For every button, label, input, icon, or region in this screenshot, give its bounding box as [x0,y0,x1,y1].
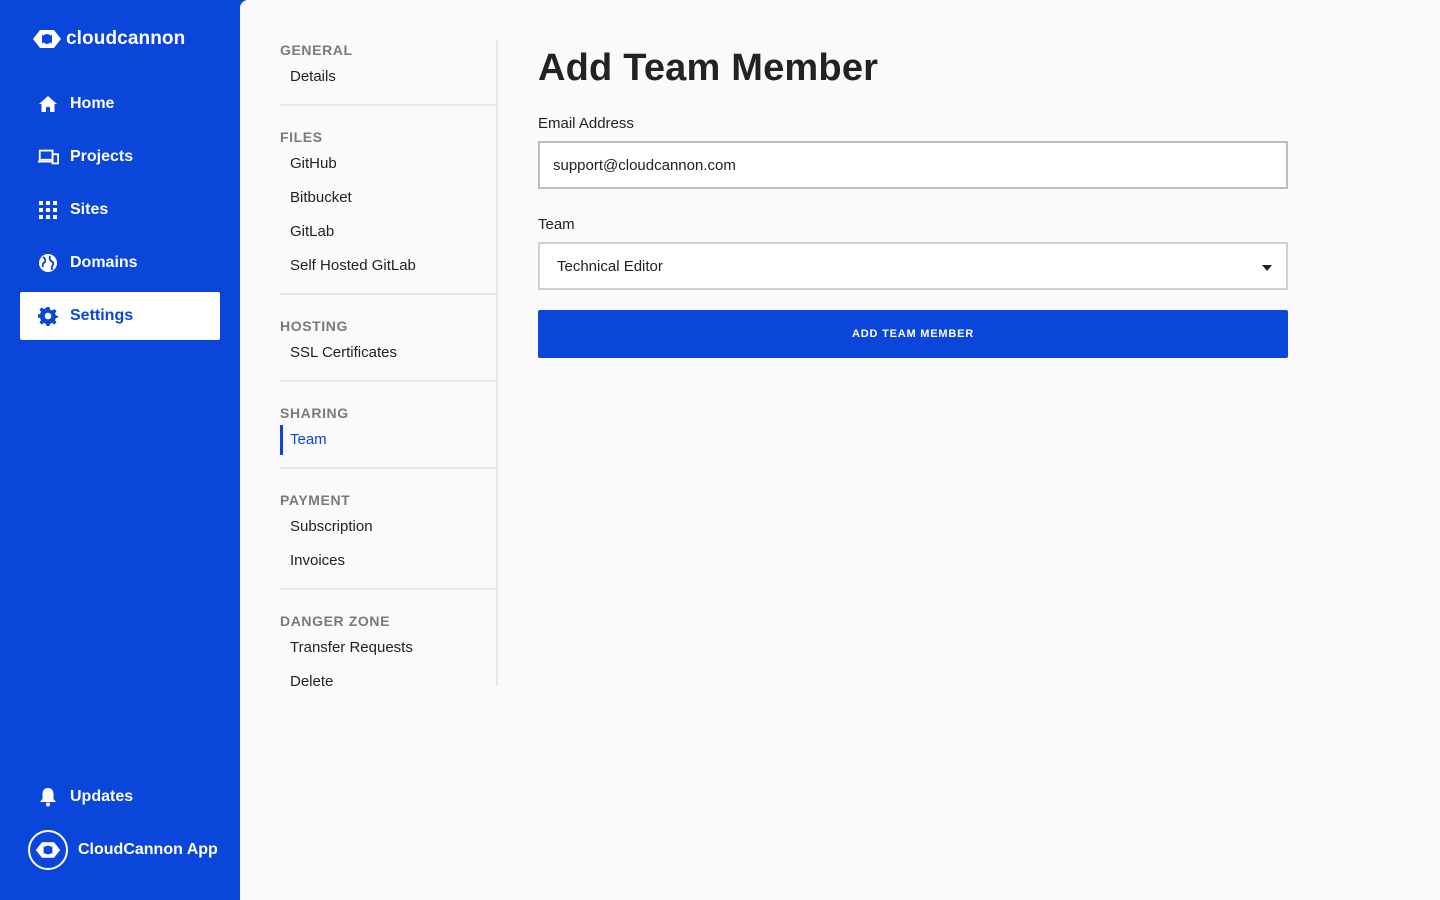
email-label: Email Address [538,115,634,132]
nav-item-sites[interactable]: Sites [20,186,220,234]
page-title: Add Team Member [538,47,879,89]
subnav-section-payment: PAYMENT Subscription Invoices [280,490,496,590]
add-team-member-form: Add Team Member Email Address support@cl… [538,40,1288,358]
account-avatar [28,830,68,870]
subnav-link-subscription[interactable]: Subscription [280,510,496,544]
bottom-nav: Updates [20,774,220,820]
app-window: cloudcannon Home Projects Sites Domains … [0,0,1440,900]
subnav-heading: HOSTING [280,318,348,334]
nav-label-domains: Domains [70,254,138,271]
subnav-link-team[interactable]: Team [280,425,496,455]
subnav-heading: PAYMENT [280,492,351,508]
team-selected-value: Technical Editor [557,257,663,275]
nav-item-projects[interactable]: Projects [20,133,220,181]
home-icon [37,93,59,115]
brand[interactable]: cloudcannon [32,27,185,51]
subnav-heading: GENERAL [280,42,353,58]
subnav-link-transfer-requests[interactable]: Transfer Requests [280,631,496,665]
email-value: support@cloudcannon.com [553,156,736,174]
settings-subnav: GENERAL Details FILES GitHub Bitbucket G… [280,40,498,690]
subnav-link-ssl-certificates[interactable]: SSL Certificates [280,336,496,370]
brand-name: cloudcannon [66,28,186,49]
cloudcannon-logo-icon [33,30,61,48]
nav-label-projects: Projects [70,148,134,165]
globe-icon [37,252,59,274]
gear-icon [37,305,59,327]
cloudcannon-logo-icon [35,842,61,858]
subnav-heading: FILES [280,129,323,145]
subnav-link-details[interactable]: Details [280,60,496,94]
nav-item-home[interactable]: Home [20,80,220,128]
nav-label-home: Home [70,95,115,112]
sidebar: cloudcannon Home Projects Sites Domains … [0,0,240,900]
nav-item-domains[interactable]: Domains [20,239,220,287]
subnav-section-general: GENERAL Details [280,40,496,106]
team-select[interactable]: Technical Editor [538,242,1288,290]
subnav-heading: DANGER ZONE [280,613,391,629]
subnav-section-hosting: HOSTING SSL Certificates [280,316,496,382]
subnav-section-sharing: SHARING Team [280,403,496,469]
devices-icon [37,146,59,168]
nav-label-settings: Settings [70,307,134,324]
chevron-down-icon [1262,258,1272,275]
email-field[interactable]: support@cloudcannon.com [538,141,1288,189]
subnav-heading: SHARING [280,405,349,421]
subnav-link-github[interactable]: GitHub [280,147,496,181]
subnav-link-bitbucket[interactable]: Bitbucket [280,181,496,215]
main-panel: GENERAL Details FILES GitHub Bitbucket G… [240,0,1440,900]
subnav-link-delete[interactable]: Delete [280,665,496,699]
account-switcher[interactable]: CloudCannon App [28,830,218,870]
main-nav: Home Projects Sites Domains Settings [20,80,220,345]
grid-icon [37,199,59,221]
subnav-link-gitlab[interactable]: GitLab [280,215,496,249]
add-team-member-button[interactable]: ADD TEAM MEMBER [538,310,1288,358]
subnav-section-danger-zone: DANGER ZONE Transfer Requests Delete [280,611,496,709]
nav-label-sites: Sites [70,201,109,218]
team-label: Team [538,216,575,233]
bell-icon [37,786,59,808]
account-name: CloudCannon App [78,841,218,858]
subnav-link-invoices[interactable]: Invoices [280,544,496,578]
nav-item-updates[interactable]: Updates [20,774,220,820]
nav-label-updates: Updates [70,788,134,805]
nav-item-settings[interactable]: Settings [20,292,220,340]
subnav-section-files: FILES GitHub Bitbucket GitLab Self Hoste… [280,127,496,295]
subnav-link-self-hosted-gitlab[interactable]: Self Hosted GitLab [280,249,496,283]
